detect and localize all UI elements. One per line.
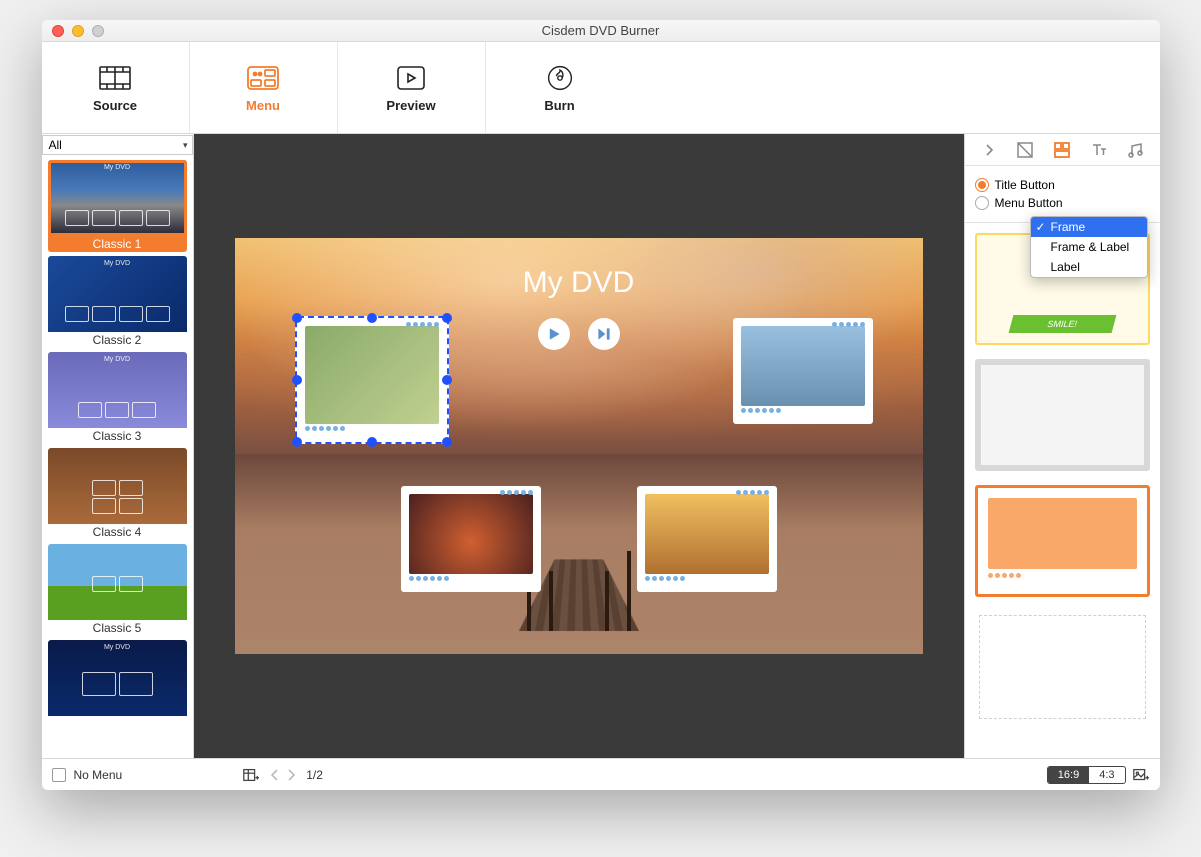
toolbar-menu[interactable]: Menu (190, 42, 338, 133)
frame-style-polaroid-selected[interactable] (975, 485, 1150, 597)
toolbar-source[interactable]: Source (42, 42, 190, 133)
frame-style-list[interactable]: SMILE! (965, 223, 1160, 758)
category-label: All (49, 138, 62, 152)
frame-style-bevel[interactable] (975, 359, 1150, 471)
tab-collapse-icon[interactable] (978, 139, 1000, 161)
page-prev-button[interactable] (268, 768, 282, 782)
frame-mode-dropdown-open: Frame Frame & Label Label (1030, 216, 1148, 278)
template-caption: Classic 2 (48, 332, 187, 348)
pager-text: 1/2 (306, 768, 323, 782)
radio-dot-icon (975, 196, 989, 210)
aspect-43[interactable]: 4:3 (1089, 767, 1124, 783)
dropdown-item-label[interactable]: Label (1031, 257, 1147, 277)
menu-layout-icon (247, 62, 279, 94)
play-button[interactable] (538, 318, 570, 350)
chapter-button-4[interactable] (637, 486, 777, 592)
template-sidebar: All ▾ My DVD Classic 1 My DVD Classic 2 … (42, 134, 194, 758)
disc-burn-icon (544, 62, 576, 94)
menu-canvas[interactable]: My DVD (235, 238, 923, 654)
window-title: Cisdem DVD Burner (42, 23, 1160, 38)
toolbar-preview[interactable]: Preview (338, 42, 486, 133)
template-caption: Classic 4 (48, 524, 187, 540)
toolbar-source-label: Source (93, 98, 137, 113)
canvas-area: My DVD (194, 134, 964, 758)
toolbar-burn-label: Burn (544, 98, 574, 113)
toolbar-preview-label: Preview (386, 98, 435, 113)
category-dropdown[interactable]: All ▾ (42, 135, 193, 155)
toolbar-menu-label: Menu (246, 98, 280, 113)
main-toolbar: Source Menu Preview Burn (42, 42, 1160, 134)
aspect-169[interactable]: 16:9 (1048, 767, 1089, 783)
template-caption: Classic 1 (48, 236, 187, 252)
dropdown-item-frame-and-label[interactable]: Frame & Label (1031, 237, 1147, 257)
template-classic-2[interactable]: My DVD Classic 2 (48, 256, 187, 348)
chapter-button-3[interactable] (401, 486, 541, 592)
preview-play-icon (395, 62, 427, 94)
add-slide-icon[interactable] (242, 766, 260, 784)
template-classic-5[interactable]: Classic 5 (48, 544, 187, 636)
template-classic-3[interactable]: My DVD Classic 3 (48, 352, 187, 444)
menu-title-text[interactable]: My DVD (235, 266, 923, 300)
radio-menu-button[interactable]: Menu Button (975, 196, 1150, 210)
toolbar-burn[interactable]: Burn (486, 42, 634, 133)
filmstrip-icon (99, 62, 131, 94)
template-list[interactable]: My DVD Classic 1 My DVD Classic 2 My DVD… (42, 156, 193, 758)
add-image-icon[interactable] (1132, 766, 1150, 784)
dropdown-item-frame[interactable]: Frame (1031, 217, 1147, 237)
tab-background-icon[interactable] (1014, 139, 1036, 161)
page-next-button[interactable] (284, 768, 298, 782)
aspect-ratio-toggle[interactable]: 16:9 4:3 (1047, 766, 1126, 784)
radio-label: Menu Button (995, 196, 1063, 210)
chevron-down-icon: ▾ (183, 140, 188, 151)
template-classic-4[interactable]: Classic 4 (48, 448, 187, 540)
app-window: Cisdem DVD Burner Source Menu Preview Bu… (42, 20, 1160, 790)
chapter-button-1-selected[interactable] (295, 316, 449, 444)
radio-dot-icon (975, 178, 989, 192)
no-menu-label: No Menu (74, 768, 123, 782)
no-menu-checkbox[interactable] (52, 768, 66, 782)
radio-label: Title Button (995, 178, 1055, 192)
tab-frame-icon[interactable] (1051, 139, 1073, 161)
frame-style-stamp[interactable] (975, 611, 1150, 723)
chapter-button-2[interactable] (733, 318, 873, 424)
template-classic-6[interactable]: My DVD (48, 640, 187, 716)
tab-text-icon[interactable] (1088, 139, 1110, 161)
template-classic-1[interactable]: My DVD Classic 1 (48, 160, 187, 252)
template-caption: Classic 3 (48, 428, 187, 444)
radio-title-button[interactable]: Title Button (975, 178, 1150, 192)
tab-music-icon[interactable] (1124, 139, 1146, 161)
titlebar: Cisdem DVD Burner (42, 20, 1160, 42)
template-caption: Classic 5 (48, 620, 187, 636)
next-button[interactable] (588, 318, 620, 350)
bottom-bar: No Menu 1/2 16:9 4:3 (42, 758, 1160, 790)
